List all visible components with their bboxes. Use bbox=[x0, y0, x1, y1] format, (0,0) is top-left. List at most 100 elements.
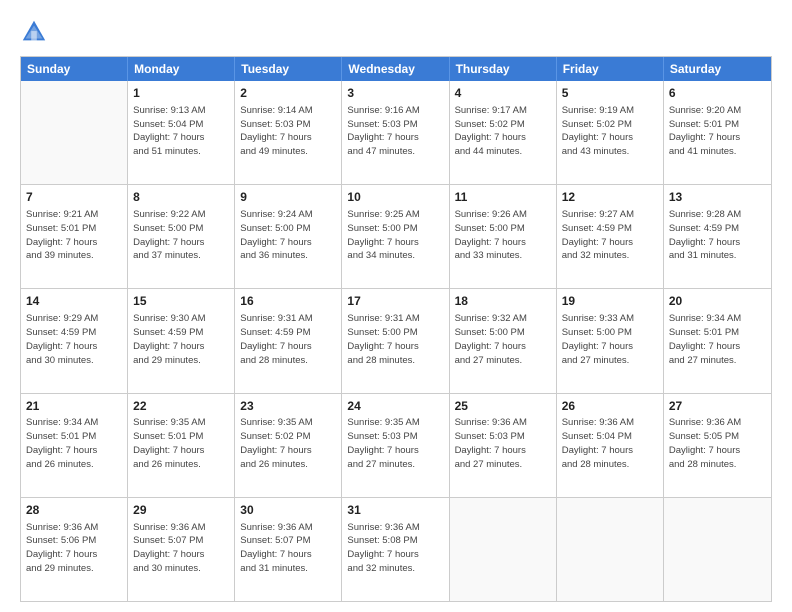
day-number: 6 bbox=[669, 85, 766, 102]
calendar-cell: 16 Sunrise: 9:31 AM Sunset: 4:59 PM Dayli… bbox=[235, 289, 342, 392]
day-number: 26 bbox=[562, 398, 658, 415]
calendar-cell: 21Sunrise: 9:34 AM Sunset: 5:01 PM Dayli… bbox=[21, 394, 128, 497]
calendar-row: 1Sunrise: 9:13 AM Sunset: 5:04 PM Daylig… bbox=[21, 81, 771, 185]
cell-info: Sunrise: 9:36 AM Sunset: 5:07 PM Dayligh… bbox=[240, 521, 336, 576]
logo-icon bbox=[20, 18, 48, 46]
day-number: 16 bbox=[240, 293, 336, 310]
calendar-cell: 20 Sunrise: 9:34 AM Sunset: 5:01 PM Dayli… bbox=[664, 289, 771, 392]
calendar: SundayMondayTuesdayWednesdayThursdayFrid… bbox=[20, 56, 772, 602]
day-number: 1 bbox=[133, 85, 229, 102]
day-number: 9 bbox=[240, 189, 336, 206]
day-number: 30 bbox=[240, 502, 336, 519]
cell-info: Sunrise: 9:16 AM Sunset: 5:03 PM Dayligh… bbox=[347, 104, 443, 159]
page-header bbox=[20, 18, 772, 46]
cell-info: Sunrise: 9:36 AM Sunset: 5:05 PM Dayligh… bbox=[669, 416, 766, 471]
day-number: 4 bbox=[455, 85, 551, 102]
day-number: 7 bbox=[26, 189, 122, 206]
day-number: 8 bbox=[133, 189, 229, 206]
calendar-cell: 30 Sunrise: 9:36 AM Sunset: 5:07 PM Dayli… bbox=[235, 498, 342, 601]
page: SundayMondayTuesdayWednesdayThursdayFrid… bbox=[0, 0, 792, 612]
calendar-cell: 3 Sunrise: 9:16 AM Sunset: 5:03 PM Daylig… bbox=[342, 81, 449, 184]
cell-info: Sunrise: 9:19 AM Sunset: 5:02 PM Dayligh… bbox=[562, 104, 658, 159]
cell-info: Sunrise: 9:33 AM Sunset: 5:00 PM Dayligh… bbox=[562, 312, 658, 367]
day-number: 17 bbox=[347, 293, 443, 310]
cell-info: Sunrise: 9:36 AM Sunset: 5:08 PM Dayligh… bbox=[347, 521, 443, 576]
day-number: 25 bbox=[455, 398, 551, 415]
day-number: 10 bbox=[347, 189, 443, 206]
cell-info: Sunrise: 9:26 AM Sunset: 5:00 PM Dayligh… bbox=[455, 208, 551, 263]
day-number: 21 bbox=[26, 398, 122, 415]
day-number: 19 bbox=[562, 293, 658, 310]
cell-info: Sunrise: 9:17 AM Sunset: 5:02 PM Dayligh… bbox=[455, 104, 551, 159]
weekday-header: Wednesday bbox=[342, 57, 449, 81]
calendar-body: 1Sunrise: 9:13 AM Sunset: 5:04 PM Daylig… bbox=[21, 81, 771, 601]
day-number: 31 bbox=[347, 502, 443, 519]
calendar-cell: 28Sunrise: 9:36 AM Sunset: 5:06 PM Dayli… bbox=[21, 498, 128, 601]
weekday-header: Monday bbox=[128, 57, 235, 81]
calendar-cell: 15 Sunrise: 9:30 AM Sunset: 4:59 PM Dayli… bbox=[128, 289, 235, 392]
cell-info: Sunrise: 9:21 AM Sunset: 5:01 PM Dayligh… bbox=[26, 208, 122, 263]
calendar-row: 28Sunrise: 9:36 AM Sunset: 5:06 PM Dayli… bbox=[21, 498, 771, 601]
weekday-header: Tuesday bbox=[235, 57, 342, 81]
cell-info: Sunrise: 9:34 AM Sunset: 5:01 PM Dayligh… bbox=[669, 312, 766, 367]
calendar-cell: 19 Sunrise: 9:33 AM Sunset: 5:00 PM Dayli… bbox=[557, 289, 664, 392]
cell-info: Sunrise: 9:32 AM Sunset: 5:00 PM Dayligh… bbox=[455, 312, 551, 367]
day-number: 11 bbox=[455, 189, 551, 206]
cell-info: Sunrise: 9:34 AM Sunset: 5:01 PM Dayligh… bbox=[26, 416, 122, 471]
calendar-cell: 4 Sunrise: 9:17 AM Sunset: 5:02 PM Daylig… bbox=[450, 81, 557, 184]
cell-info: Sunrise: 9:31 AM Sunset: 4:59 PM Dayligh… bbox=[240, 312, 336, 367]
cell-info: Sunrise: 9:25 AM Sunset: 5:00 PM Dayligh… bbox=[347, 208, 443, 263]
cell-info: Sunrise: 9:31 AM Sunset: 5:00 PM Dayligh… bbox=[347, 312, 443, 367]
calendar-row: 7 Sunrise: 9:21 AM Sunset: 5:01 PM Daylig… bbox=[21, 185, 771, 289]
day-number: 20 bbox=[669, 293, 766, 310]
cell-info: Sunrise: 9:35 AM Sunset: 5:01 PM Dayligh… bbox=[133, 416, 229, 471]
calendar-cell: 26Sunrise: 9:36 AM Sunset: 5:04 PM Dayli… bbox=[557, 394, 664, 497]
calendar-header: SundayMondayTuesdayWednesdayThursdayFrid… bbox=[21, 57, 771, 81]
calendar-cell: 13 Sunrise: 9:28 AM Sunset: 4:59 PM Dayli… bbox=[664, 185, 771, 288]
calendar-cell: 7 Sunrise: 9:21 AM Sunset: 5:01 PM Daylig… bbox=[21, 185, 128, 288]
calendar-cell: 31 Sunrise: 9:36 AM Sunset: 5:08 PM Dayli… bbox=[342, 498, 449, 601]
calendar-cell: 9 Sunrise: 9:24 AM Sunset: 5:00 PM Daylig… bbox=[235, 185, 342, 288]
weekday-header: Friday bbox=[557, 57, 664, 81]
calendar-cell: 14Sunrise: 9:29 AM Sunset: 4:59 PM Dayli… bbox=[21, 289, 128, 392]
cell-info: Sunrise: 9:30 AM Sunset: 4:59 PM Dayligh… bbox=[133, 312, 229, 367]
calendar-cell: 1Sunrise: 9:13 AM Sunset: 5:04 PM Daylig… bbox=[128, 81, 235, 184]
day-number: 5 bbox=[562, 85, 658, 102]
cell-info: Sunrise: 9:36 AM Sunset: 5:03 PM Dayligh… bbox=[455, 416, 551, 471]
cell-info: Sunrise: 9:35 AM Sunset: 5:02 PM Dayligh… bbox=[240, 416, 336, 471]
day-number: 2 bbox=[240, 85, 336, 102]
day-number: 28 bbox=[26, 502, 122, 519]
calendar-cell: 29 Sunrise: 9:36 AM Sunset: 5:07 PM Dayli… bbox=[128, 498, 235, 601]
cell-info: Sunrise: 9:14 AM Sunset: 5:03 PM Dayligh… bbox=[240, 104, 336, 159]
calendar-cell: 12Sunrise: 9:27 AM Sunset: 4:59 PM Dayli… bbox=[557, 185, 664, 288]
calendar-cell: 17 Sunrise: 9:31 AM Sunset: 5:00 PM Dayli… bbox=[342, 289, 449, 392]
calendar-row: 14Sunrise: 9:29 AM Sunset: 4:59 PM Dayli… bbox=[21, 289, 771, 393]
cell-info: Sunrise: 9:36 AM Sunset: 5:04 PM Dayligh… bbox=[562, 416, 658, 471]
day-number: 14 bbox=[26, 293, 122, 310]
calendar-cell: 6Sunrise: 9:20 AM Sunset: 5:01 PM Daylig… bbox=[664, 81, 771, 184]
calendar-cell bbox=[557, 498, 664, 601]
day-number: 22 bbox=[133, 398, 229, 415]
cell-info: Sunrise: 9:22 AM Sunset: 5:00 PM Dayligh… bbox=[133, 208, 229, 263]
calendar-cell bbox=[664, 498, 771, 601]
day-number: 27 bbox=[669, 398, 766, 415]
day-number: 3 bbox=[347, 85, 443, 102]
cell-info: Sunrise: 9:24 AM Sunset: 5:00 PM Dayligh… bbox=[240, 208, 336, 263]
cell-info: Sunrise: 9:36 AM Sunset: 5:07 PM Dayligh… bbox=[133, 521, 229, 576]
cell-info: Sunrise: 9:35 AM Sunset: 5:03 PM Dayligh… bbox=[347, 416, 443, 471]
day-number: 13 bbox=[669, 189, 766, 206]
calendar-cell: 23Sunrise: 9:35 AM Sunset: 5:02 PM Dayli… bbox=[235, 394, 342, 497]
weekday-header: Saturday bbox=[664, 57, 771, 81]
calendar-cell: 27Sunrise: 9:36 AM Sunset: 5:05 PM Dayli… bbox=[664, 394, 771, 497]
cell-info: Sunrise: 9:28 AM Sunset: 4:59 PM Dayligh… bbox=[669, 208, 766, 263]
day-number: 29 bbox=[133, 502, 229, 519]
weekday-header: Thursday bbox=[450, 57, 557, 81]
calendar-cell: 25Sunrise: 9:36 AM Sunset: 5:03 PM Dayli… bbox=[450, 394, 557, 497]
calendar-cell: 11 Sunrise: 9:26 AM Sunset: 5:00 PM Dayli… bbox=[450, 185, 557, 288]
day-number: 23 bbox=[240, 398, 336, 415]
weekday-header: Sunday bbox=[21, 57, 128, 81]
calendar-cell: 2 Sunrise: 9:14 AM Sunset: 5:03 PM Daylig… bbox=[235, 81, 342, 184]
calendar-cell bbox=[450, 498, 557, 601]
day-number: 15 bbox=[133, 293, 229, 310]
calendar-row: 21Sunrise: 9:34 AM Sunset: 5:01 PM Dayli… bbox=[21, 394, 771, 498]
